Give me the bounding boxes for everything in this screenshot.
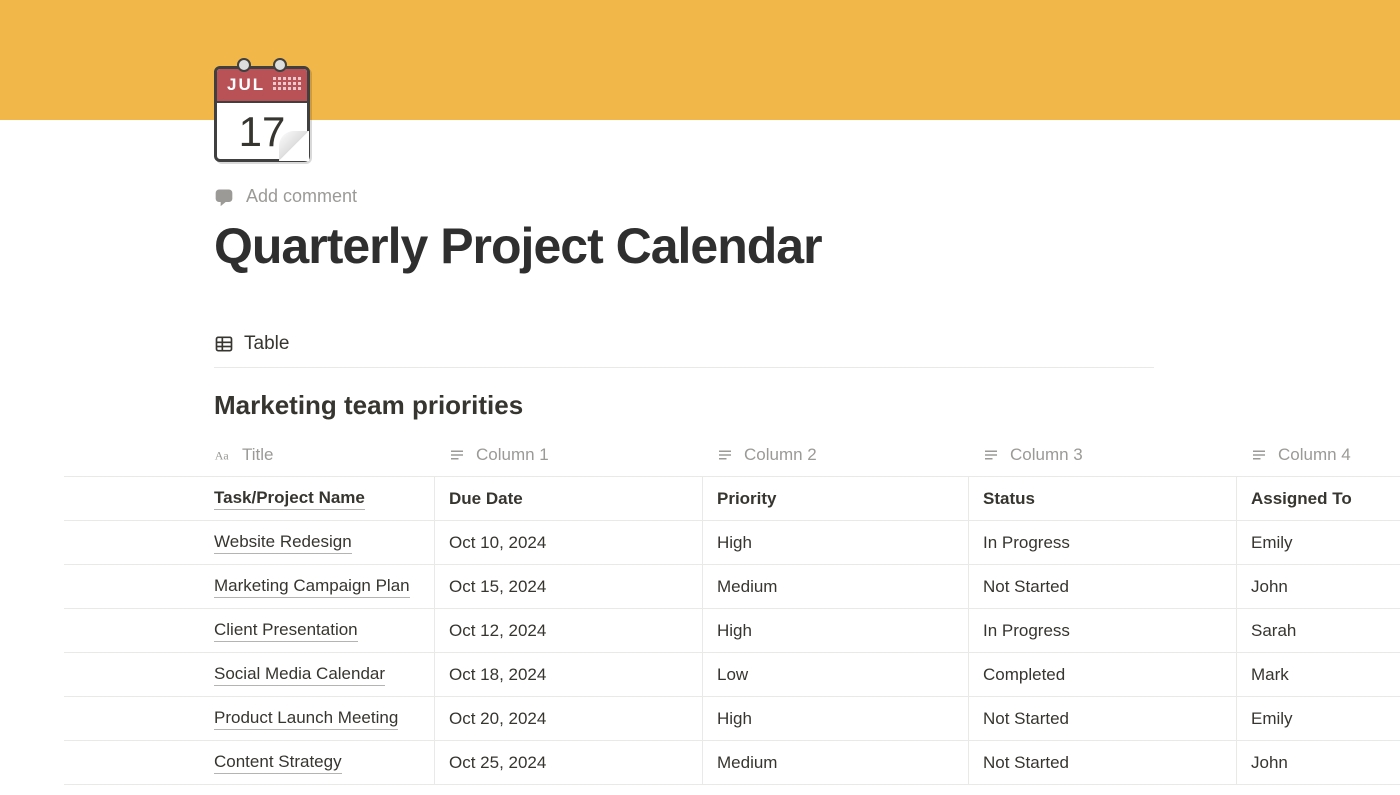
table-row[interactable]: Product Launch MeetingOct 20, 2024HighNo… xyxy=(64,697,1400,741)
cell-column-3[interactable]: Not Started xyxy=(968,741,1236,784)
cell-title[interactable]: Marketing Campaign Plan xyxy=(64,576,434,598)
cell-column-3[interactable]: Not Started xyxy=(968,565,1236,608)
calendar-icon-month: JUL xyxy=(227,75,265,95)
cell-column-1[interactable]: Oct 15, 2024 xyxy=(434,565,702,608)
text-property-icon xyxy=(716,446,734,464)
cell-title[interactable]: Task/Project Name xyxy=(64,488,434,510)
view-tabs: Table xyxy=(214,333,1154,368)
table-header-row: Aa Title Column 1 Column 2 Column 3 Colu… xyxy=(64,433,1400,477)
column-header-3[interactable]: Column 3 xyxy=(968,433,1236,476)
comment-icon xyxy=(214,187,234,207)
table-row[interactable]: Marketing Campaign PlanOct 15, 2024Mediu… xyxy=(64,565,1400,609)
table-row[interactable]: Task/Project NameDue DatePriorityStatusA… xyxy=(64,477,1400,521)
cell-column-3[interactable]: In Progress xyxy=(968,609,1236,652)
page-title[interactable]: Quarterly Project Calendar xyxy=(214,217,1400,275)
table-row[interactable]: Website RedesignOct 10, 2024HighIn Progr… xyxy=(64,521,1400,565)
cell-column-2[interactable]: High xyxy=(702,609,968,652)
cell-column-2[interactable]: High xyxy=(702,521,968,564)
cell-column-3[interactable]: Status xyxy=(968,477,1236,520)
page-icon-calendar[interactable]: JUL 17 xyxy=(214,66,318,170)
cell-column-2[interactable]: Low xyxy=(702,653,968,696)
text-property-icon xyxy=(982,446,1000,464)
cell-column-3[interactable]: Completed xyxy=(968,653,1236,696)
cell-title[interactable]: Client Presentation xyxy=(64,620,434,642)
cell-column-4[interactable]: John xyxy=(1236,565,1400,608)
cell-column-2[interactable]: Priority xyxy=(702,477,968,520)
table-row[interactable]: Social Media CalendarOct 18, 2024LowComp… xyxy=(64,653,1400,697)
cell-column-3[interactable]: Not Started xyxy=(968,697,1236,740)
add-comment-label: Add comment xyxy=(246,186,357,207)
column-header-1[interactable]: Column 1 xyxy=(434,433,702,476)
cell-column-1[interactable]: Oct 10, 2024 xyxy=(434,521,702,564)
cell-column-4[interactable]: Assigned To xyxy=(1236,477,1400,520)
cell-column-4[interactable]: Emily xyxy=(1236,521,1400,564)
cell-column-1[interactable]: Oct 12, 2024 xyxy=(434,609,702,652)
cell-column-3[interactable]: In Progress xyxy=(968,521,1236,564)
cell-column-2[interactable]: Medium xyxy=(702,741,968,784)
tab-table-label: Table xyxy=(244,333,289,355)
tab-table[interactable]: Table xyxy=(214,333,289,355)
page-banner[interactable] xyxy=(0,0,1400,120)
column-header-4[interactable]: Column 4 xyxy=(1236,433,1400,476)
text-property-icon xyxy=(1250,446,1268,464)
table-row[interactable]: Client PresentationOct 12, 2024HighIn Pr… xyxy=(64,609,1400,653)
cell-column-2[interactable]: High xyxy=(702,697,968,740)
column-header-title[interactable]: Aa Title xyxy=(64,445,434,465)
table-icon xyxy=(214,334,234,354)
database-table: Aa Title Column 1 Column 2 Column 3 Colu… xyxy=(64,433,1400,785)
add-comment-button[interactable]: Add comment xyxy=(214,186,357,207)
cell-column-1[interactable]: Oct 25, 2024 xyxy=(434,741,702,784)
cell-title[interactable]: Website Redesign xyxy=(64,532,434,554)
text-property-icon xyxy=(448,446,466,464)
cell-column-4[interactable]: Sarah xyxy=(1236,609,1400,652)
cell-column-4[interactable]: Mark xyxy=(1236,653,1400,696)
cell-title[interactable]: Product Launch Meeting xyxy=(64,708,434,730)
database-title[interactable]: Marketing team priorities xyxy=(214,390,1400,421)
cell-column-1[interactable]: Oct 18, 2024 xyxy=(434,653,702,696)
title-property-icon: Aa xyxy=(214,446,232,464)
cell-column-4[interactable]: John xyxy=(1236,741,1400,784)
column-header-2[interactable]: Column 2 xyxy=(702,433,968,476)
cell-column-2[interactable]: Medium xyxy=(702,565,968,608)
svg-text:Aa: Aa xyxy=(215,448,230,462)
cell-column-1[interactable]: Due Date xyxy=(434,477,702,520)
cell-title[interactable]: Content Strategy xyxy=(64,752,434,774)
cell-column-1[interactable]: Oct 20, 2024 xyxy=(434,697,702,740)
cell-column-4[interactable]: Emily xyxy=(1236,697,1400,740)
table-row[interactable]: Content StrategyOct 25, 2024MediumNot St… xyxy=(64,741,1400,785)
cell-title[interactable]: Social Media Calendar xyxy=(64,664,434,686)
